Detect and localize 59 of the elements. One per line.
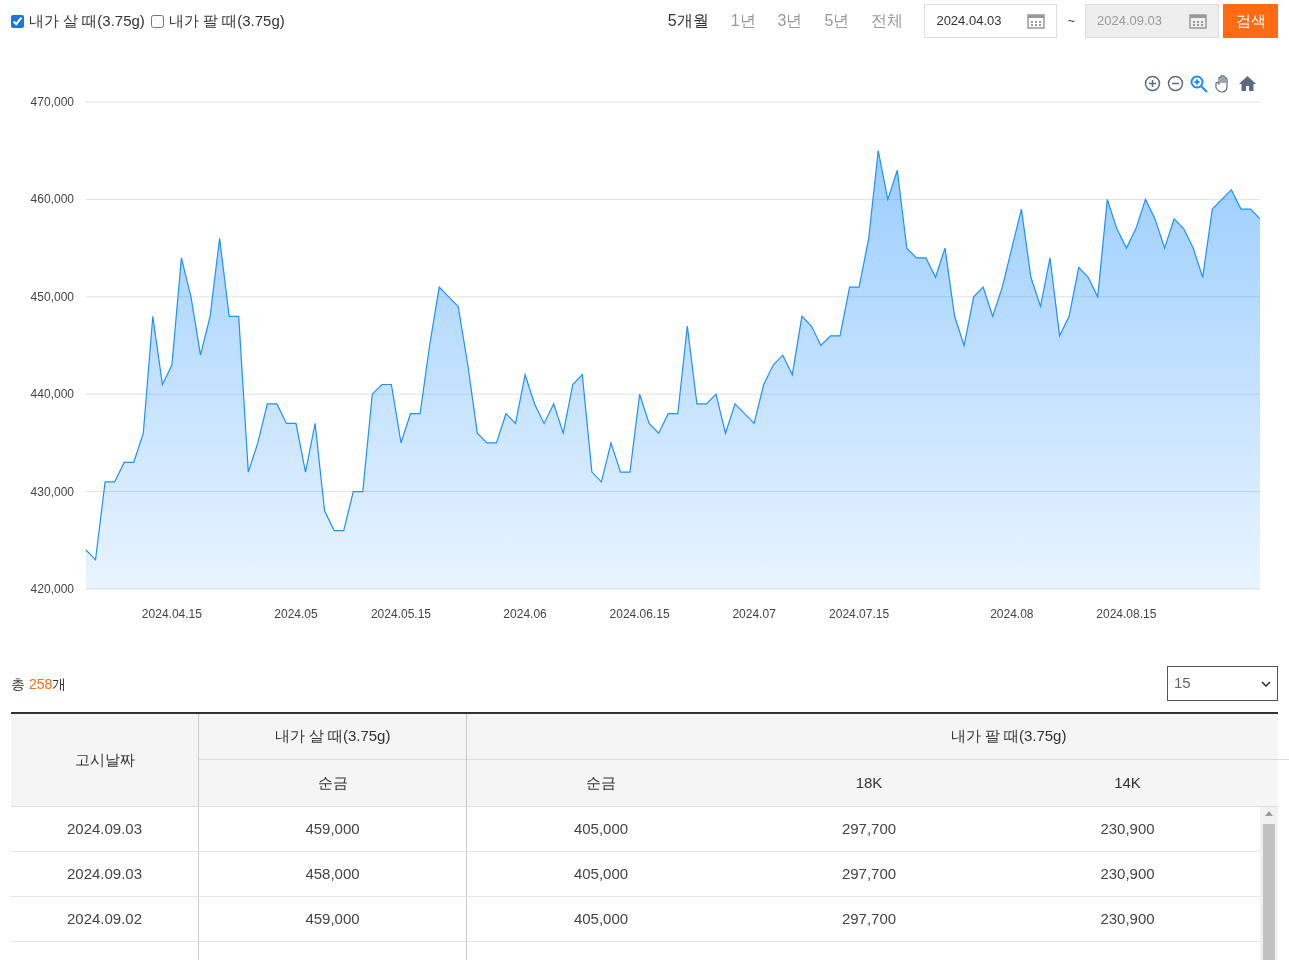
header-cell-text: 14K [1113,772,1142,793]
checkbox[interactable] [150,14,164,28]
header-cell-text: 순금 [585,772,617,793]
x-axis-label: 2024.07.15 [829,607,890,621]
header-cell: 내가 팔 때(3.75g) [467,714,1289,760]
home-icon[interactable] [1238,75,1257,92]
header-cell: 고시날짜 [11,714,199,806]
y-axis-label: 440,000 [30,387,74,402]
scrollbar[interactable] [1260,807,1278,960]
x-axis-label: 2024.05.15 [370,607,431,621]
y-axis-label: 420,000 [30,582,74,596]
y-axis-label: 470,000 [30,95,74,109]
calendar-icon[interactable] [1027,13,1046,29]
magnifier-icon[interactable] [1190,74,1208,93]
x-axis-label: 2024.06 [503,607,547,621]
y-axis-label: 460,000 [30,192,74,207]
header-cell: 내가 살 때(3.75g) [199,714,466,760]
search-button[interactable]: 검색 [1223,4,1278,38]
table-cell: 2024.09.02 [11,897,199,941]
table-cell-text: 230,900 [1099,863,1156,884]
page-size-select[interactable]: 15 [1167,666,1278,701]
table-cell-text: 405,000 [572,908,630,929]
table-cell-text: 405,000 [572,863,630,884]
period-tab[interactable]: 전체 [871,9,904,33]
start-date-field[interactable]: 2024.04.03 [924,4,1058,38]
y-axis-label: 430,000 [30,484,74,499]
period-tab[interactable]: 3년 [777,9,803,33]
table-cell: 2024.09.03 [11,852,199,896]
table-cell-text: 230,900 [1099,908,1156,929]
table-cell: 458,000 [199,852,467,896]
y-axis-label: 450,000 [30,289,74,304]
x-axis-label: 2024.08 [990,607,1034,621]
checkbox[interactable] [11,14,24,28]
table-cell: 2024.09.03 [11,807,199,851]
period-tab[interactable]: 1년 [730,9,756,33]
period-tab[interactable]: 5개월 [667,9,709,33]
range-separator: ~ [1067,12,1075,31]
chevron-down-icon [1261,680,1271,687]
x-axis-label: 2024.08.15 [1096,607,1157,621]
zoom-in-icon[interactable] [1144,75,1161,92]
table-cell: 459,000 [199,897,467,941]
filter-label: 내가 살 때(3.75g) [29,10,145,31]
x-axis-label: 2024.07 [732,607,776,621]
scroll-up-icon[interactable] [1265,811,1273,816]
table-cell-text: 297,700 [840,818,898,839]
x-axis-label: 2024.04.15 [141,607,202,621]
period-tab[interactable]: 5년 [824,9,850,33]
x-axis-label: 2024.05 [274,607,318,621]
header-cell-text: 순금 [316,772,349,793]
filter-label: 내가 팔 때(3.75g) [168,10,285,31]
table-cell-text: 297,700 [840,908,898,929]
total-count: 총 258개 [11,675,67,694]
table-cell-text: 230,900 [1099,818,1156,839]
zoom-out-icon[interactable] [1167,75,1184,92]
x-axis-label: 2024.06.15 [609,607,670,621]
table-cell-text: 297,700 [840,863,898,884]
header-cell-text: 18K [854,772,884,793]
table-cell-text: 405,000 [572,818,630,839]
table-cell: 459,000 [199,807,467,851]
